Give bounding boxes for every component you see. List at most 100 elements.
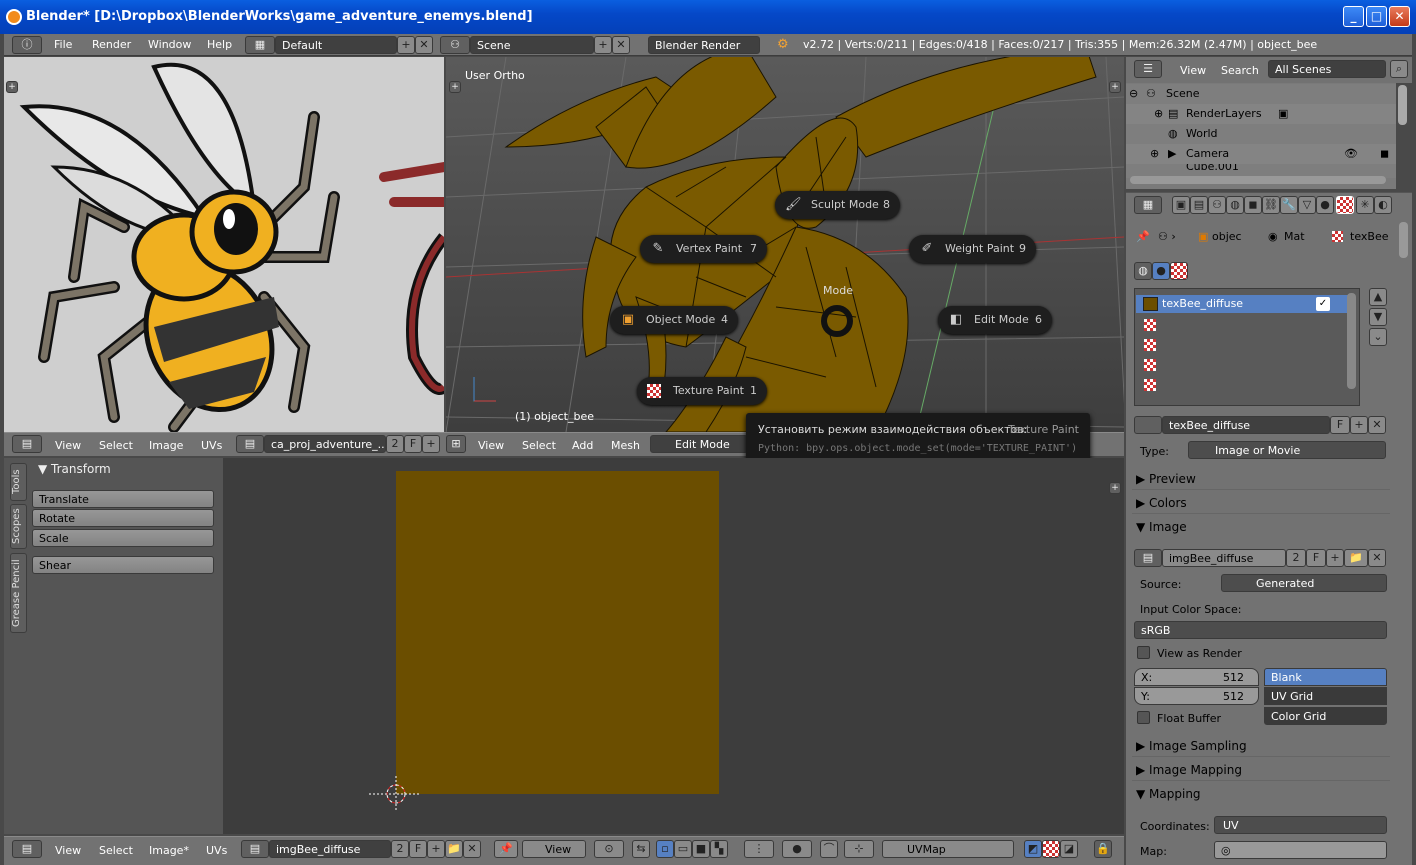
uv-image-users-count[interactable]: 2 — [391, 840, 409, 858]
3d-menu-select[interactable]: Select — [522, 439, 556, 452]
3d-menu-mesh[interactable]: Mesh — [611, 439, 640, 452]
pie-object-mode[interactable]: ▣ Object Mode 4 — [610, 306, 738, 334]
edge-select-icon[interactable]: ▭ — [674, 840, 692, 858]
image-sampling-section[interactable]: ▶ Image Sampling — [1132, 735, 1390, 757]
pin-icon[interactable]: 📌 — [1136, 230, 1150, 243]
image-fake-user-prop[interactable]: F — [1306, 549, 1326, 567]
tab-grease-pencil[interactable]: Grease Pencil — [10, 553, 27, 633]
vertex-select-icon[interactable]: ▫ — [656, 840, 674, 858]
uvmap-select[interactable]: UVMap — [882, 840, 1014, 858]
texture-slot-active[interactable]: texBee_diffuse ✓ — [1136, 295, 1348, 313]
expand-icon[interactable]: ⊕ — [1150, 147, 1159, 160]
proportional-edit-icon[interactable]: ● — [782, 840, 812, 858]
outliner-row-scene[interactable]: ⊖ ⚇ Scene — [1126, 84, 1396, 104]
pie-vertex-paint[interactable]: ✎ Vertex Paint 7 — [640, 235, 767, 263]
colors-section[interactable]: ▶ Colors — [1132, 492, 1390, 514]
image-browse-icon[interactable]: ▤ — [236, 435, 264, 453]
texture-slot-list[interactable]: texBee_diffuse ✓ — [1134, 288, 1360, 406]
editor-type-image-icon[interactable]: ▤ — [12, 435, 42, 453]
uv-menu-view[interactable]: View — [55, 844, 81, 857]
outliner-menu-view[interactable]: View — [1180, 64, 1206, 77]
mode-select[interactable]: Edit Mode — [650, 435, 748, 453]
image-users-count[interactable]: 2 — [386, 435, 404, 453]
menu-help[interactable]: Help — [207, 38, 232, 51]
menu-file[interactable]: File — [54, 38, 72, 51]
pivot-icon[interactable]: ⊙ — [594, 840, 624, 858]
texture-new-icon[interactable]: + — [1350, 416, 1368, 434]
world-texture-icon[interactable]: ◍ — [1134, 262, 1152, 280]
remove-layout-icon[interactable]: ✕ — [415, 36, 433, 54]
draw-channels-icon[interactable]: ◩ — [1024, 840, 1042, 858]
material-texture-icon[interactable]: ● — [1152, 262, 1170, 280]
render-toggle-icon[interactable]: ◼ — [1380, 147, 1389, 160]
outliner-search-icon[interactable]: ⌕ — [1390, 60, 1408, 78]
outliner-row-renderlayers[interactable]: ⊕ ▤ RenderLayers ▣ — [1126, 104, 1396, 124]
image-editor-viewport[interactable]: + — [4, 57, 444, 432]
scene-field[interactable]: Scene — [470, 36, 594, 54]
move-slot-up-icon[interactable]: ▲ — [1369, 288, 1387, 306]
image-users-prop[interactable]: 2 — [1286, 549, 1306, 567]
outliner-menu-search[interactable]: Search — [1221, 64, 1259, 77]
image-section[interactable]: ▼ Image — [1132, 516, 1390, 538]
uv-image-fake-user-button[interactable]: F — [409, 840, 427, 858]
outliner-row-camera[interactable]: ⊕ ▶ Camera 👁 ◼ — [1126, 144, 1396, 164]
image-browse-icon-prop[interactable]: ▤ — [1134, 549, 1162, 567]
slot-list-scrollbar[interactable] — [1347, 293, 1356, 389]
image-menu-uvs[interactable]: UVs — [201, 439, 222, 452]
constraints-tab-icon[interactable]: ⛓ — [1262, 196, 1280, 214]
texture-type-select[interactable]: Image or Movie — [1188, 441, 1386, 459]
physics-tab-icon[interactable]: ◐ — [1374, 196, 1392, 214]
screen-layout-icon[interactable]: ▦ — [245, 36, 275, 54]
scene-tab-icon[interactable]: ⚇ — [1208, 196, 1226, 214]
rotate-button[interactable]: Rotate — [32, 509, 214, 527]
image-fake-user-button[interactable]: F — [404, 435, 422, 453]
3d-viewport[interactable]: User Ortho (1) object_bee Mode 🖌 Sculpt M… — [446, 57, 1124, 432]
translate-button[interactable]: Translate — [32, 490, 214, 508]
image-open-icon-prop[interactable]: 📁 — [1344, 549, 1368, 567]
snap-element-icon[interactable]: ⊹ — [844, 840, 874, 858]
tab-tools[interactable]: Tools — [10, 463, 27, 501]
face-select-icon[interactable]: ■ — [692, 840, 710, 858]
move-slot-down-icon[interactable]: ▼ — [1369, 308, 1387, 326]
shear-button[interactable]: Shear — [32, 556, 214, 574]
uv-menu-uvs[interactable]: UVs — [206, 844, 227, 857]
material-tab-icon[interactable]: ● — [1316, 196, 1334, 214]
texture-name-field[interactable]: texBee_diffuse — [1162, 416, 1330, 434]
float-buffer-checkbox[interactable] — [1137, 711, 1150, 724]
image-mapping-section[interactable]: ▶ Image Mapping — [1132, 759, 1390, 781]
view-as-render-checkbox[interactable] — [1137, 646, 1150, 659]
transform-panel-title[interactable]: ▼ Transform — [38, 462, 111, 476]
alpha-channel-icon[interactable] — [1042, 840, 1060, 858]
image-name-field-prop[interactable]: imgBee_diffuse — [1162, 549, 1286, 567]
outliner-scrollbar[interactable] — [1130, 176, 1386, 184]
slot-enabled-checkbox[interactable]: ✓ — [1316, 297, 1330, 311]
island-select-icon[interactable]: ▚ — [710, 840, 728, 858]
color-space-select[interactable]: sRGB — [1134, 621, 1387, 639]
world-tab-icon[interactable]: ◍ — [1226, 196, 1244, 214]
outliner-row-world[interactable]: ◍ World — [1126, 124, 1396, 144]
image-new-icon[interactable]: + — [422, 435, 440, 453]
editor-type-outliner-icon[interactable]: ☰ — [1134, 60, 1162, 78]
texture-tab-icon[interactable] — [1336, 196, 1354, 214]
empty-slot-icon[interactable] — [1144, 379, 1156, 391]
empty-slot-icon[interactable] — [1144, 359, 1156, 371]
outliner-filter-select[interactable]: All Scenes — [1268, 60, 1386, 78]
editor-type-uv-icon[interactable]: ▤ — [12, 840, 42, 858]
2d-cursor-icon[interactable] — [369, 776, 421, 812]
sync-select-icon[interactable]: ⇆ — [632, 840, 650, 858]
menu-window[interactable]: Window — [148, 38, 191, 51]
uv-image-open-icon[interactable]: 📁 — [445, 840, 463, 858]
lock-icon[interactable]: 🔒 — [1094, 840, 1112, 858]
generated-type-uv-grid[interactable]: UV Grid — [1264, 687, 1387, 705]
uv-region-toggle-icon[interactable]: + — [1109, 482, 1121, 494]
scene-icon[interactable]: ⚇ — [440, 36, 470, 54]
object-tab-icon[interactable]: ◼ — [1244, 196, 1262, 214]
uvmap-field[interactable]: ◎ — [1214, 841, 1387, 859]
render-tab-icon[interactable]: ▣ — [1172, 196, 1190, 214]
editor-type-properties-icon[interactable]: ▦ — [1134, 196, 1162, 214]
image-new-icon-prop[interactable]: + — [1326, 549, 1344, 567]
texture-unlink-icon[interactable]: ✕ — [1368, 416, 1386, 434]
empty-slot-icon[interactable] — [1144, 339, 1156, 351]
layout-field[interactable]: Default — [275, 36, 397, 54]
image-menu-select[interactable]: Select — [99, 439, 133, 452]
